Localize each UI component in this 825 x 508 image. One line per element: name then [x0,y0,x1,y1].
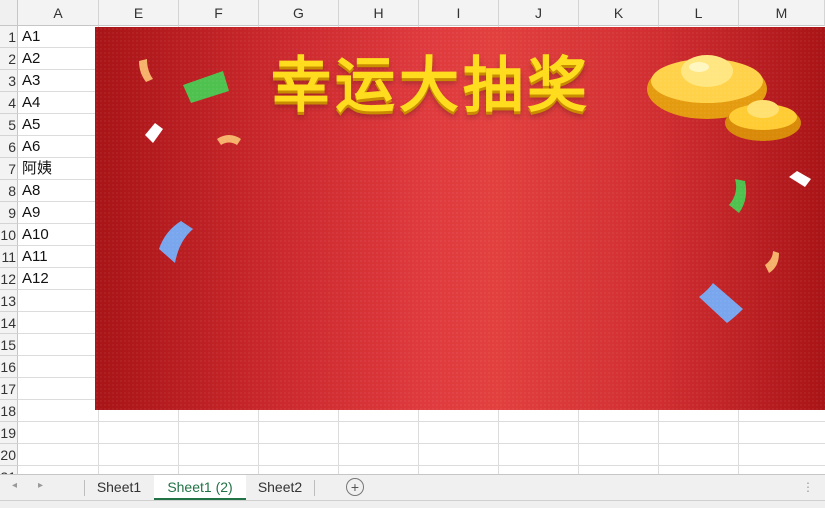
cell-a8[interactable]: A8 [22,180,40,202]
row-header[interactable]: 12 [0,268,18,290]
confetti-piece [145,123,163,143]
confetti-piece [729,179,747,213]
cell-a11[interactable]: A11 [22,246,48,268]
column-header-i[interactable]: I [419,0,499,26]
column-header-l[interactable]: L [659,0,739,26]
gridline [18,465,825,466]
gold-ingot-small-icon [725,100,801,141]
column-header-m[interactable]: M [739,0,825,26]
row-header[interactable]: 19 [0,422,18,444]
cell-a9[interactable]: A9 [22,202,40,224]
cell-a10[interactable]: A10 [22,224,49,246]
confetti-piece [139,59,153,82]
cell-a4[interactable]: A4 [22,92,40,114]
tab-sheet1[interactable]: Sheet1 [86,475,152,500]
column-header-a[interactable]: A [18,0,99,26]
row-header[interactable]: 16 [0,356,18,378]
row-header[interactable]: 7 [0,158,18,180]
cell-a7[interactable]: 阿姨 [22,158,52,180]
row-header[interactable]: 9 [0,202,18,224]
gridline [18,443,825,444]
column-header-e[interactable]: E [99,0,179,26]
row-header[interactable]: 6 [0,136,18,158]
lottery-banner-image[interactable]: 幸运大抽奖 [95,27,825,410]
row-header[interactable]: 3 [0,70,18,92]
tab-sheet2[interactable]: Sheet2 [248,475,312,500]
row-header[interactable]: 18 [0,400,18,422]
confetti-piece [217,135,241,145]
column-header-g[interactable]: G [259,0,339,26]
confetti-piece [183,71,229,103]
confetti-piece [765,251,779,273]
row-header[interactable]: 5 [0,114,18,136]
row-header[interactable]: 14 [0,312,18,334]
cell-a1[interactable]: A1 [22,26,40,48]
gold-ingot-icon [647,55,767,119]
row-header[interactable]: 2 [0,48,18,70]
row-header[interactable]: 4 [0,92,18,114]
column-header-k[interactable]: K [579,0,659,26]
add-sheet-icon[interactable]: + [346,478,364,496]
row-header[interactable]: 1 [0,26,18,48]
cell-a6[interactable]: A6 [22,136,40,158]
row-header[interactable]: 21 [0,466,18,474]
tab-separator [84,480,85,496]
gridline [18,421,825,422]
next-sheet-arrow-icon[interactable]: ▸ [38,480,43,491]
cell-a5[interactable]: A5 [22,114,40,136]
row-header[interactable]: 8 [0,180,18,202]
row-header[interactable]: 17 [0,378,18,400]
column-header-f[interactable]: F [179,0,259,26]
column-header-h[interactable]: H [339,0,419,26]
column-header-j[interactable]: J [499,0,579,26]
confetti-piece [699,283,743,323]
sheet-tab-bar: ◂ ▸ Sheet1 Sheet1 (2) Sheet2 + ⋮ [0,474,825,500]
confetti-piece [789,171,811,187]
confetti-piece [159,221,193,263]
more-options-icon[interactable]: ⋮ [802,480,814,494]
spreadsheet-grid[interactable]: A E F G H I J K L M 1 2 3 4 5 6 7 8 9 10… [0,0,825,474]
cell-a12[interactable]: A12 [22,268,49,290]
tab-separator [314,480,315,496]
prev-sheet-arrow-icon[interactable]: ◂ [12,480,17,491]
row-header[interactable]: 11 [0,246,18,268]
select-all-corner[interactable] [0,0,18,26]
row-header[interactable]: 15 [0,334,18,356]
banner-title: 幸运大抽奖 [271,51,591,121]
row-header[interactable]: 10 [0,224,18,246]
cell-a2[interactable]: A2 [22,48,40,70]
tab-sheet1-2[interactable]: Sheet1 (2) [154,475,246,500]
row-header[interactable]: 13 [0,290,18,312]
row-header[interactable]: 20 [0,444,18,466]
cell-a3[interactable]: A3 [22,70,40,92]
